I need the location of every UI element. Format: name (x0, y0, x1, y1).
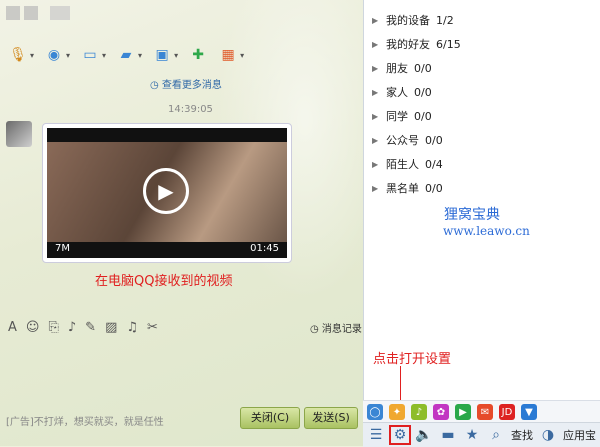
remote-desktop-icon[interactable]: ▣ (152, 45, 172, 65)
message-record-label: 消息记录 (321, 324, 362, 335)
close-button[interactable]: 关闭(C) (240, 407, 300, 429)
watermark-title: 狸窝宝典 (444, 207, 500, 223)
chevron-down-icon[interactable]: ▾ (66, 51, 70, 60)
blurred-avatar (6, 6, 20, 20)
contact-group[interactable]: ▶ 陌生人 0/4 (372, 156, 443, 172)
group-label: 朋友 (386, 62, 408, 75)
scissors-icon[interactable]: ✂ (147, 320, 158, 335)
group-count: 0/0 (425, 181, 443, 195)
game-app-icon[interactable]: ✦ (389, 404, 405, 420)
expand-arrow-icon: ▶ (372, 63, 379, 73)
contact-group[interactable]: ▶ 公众号 0/0 (372, 132, 443, 148)
camera-icon[interactable]: ◉ (44, 45, 64, 65)
star-icon[interactable]: ★ (463, 427, 481, 443)
group-count: 0/4 (425, 157, 443, 171)
chat-toolbar: 🎙 ▾ ◉ ▾ ▭ ▾ ▰ ▾ ▣ ▾ ✚ ▦ ▾ (0, 42, 268, 68)
ad-text[interactable]: [广告]不打烊，想买就买，就是任性 (6, 413, 164, 428)
group-label: 公众号 (386, 134, 419, 147)
send-button[interactable]: 发送(S) (304, 407, 358, 429)
search-icon[interactable]: ⌕ (487, 427, 505, 443)
video-size: 7M (55, 243, 70, 254)
video-message[interactable]: ▶ 7M 01:45 (42, 123, 292, 263)
browser-app-icon[interactable]: ◯ (367, 404, 383, 420)
watermark-url: www.leawo.cn (443, 224, 530, 238)
clock-icon: ◷ (150, 80, 159, 91)
expand-arrow-icon: ▶ (372, 183, 379, 193)
group-label: 黑名单 (386, 182, 419, 195)
app-shortcut-strip: ◯ ✦ ♪ ✿ ▶ ✉ JD ▼ (363, 400, 600, 423)
video-duration: 01:45 (250, 243, 279, 254)
edit-icon[interactable]: ✎ (85, 320, 96, 335)
view-more-messages-link[interactable]: ◷ 查看更多消息 (150, 76, 222, 91)
speaker-icon[interactable]: 🔈 (415, 427, 433, 443)
blurred-name (50, 6, 70, 20)
voice-icon[interactable]: ♪ (68, 320, 76, 335)
play-icon[interactable]: ▶ (143, 168, 189, 214)
expand-arrow-icon: ▶ (372, 159, 379, 169)
menu-icon[interactable]: ☰ (367, 427, 385, 443)
music-app-icon[interactable]: ♪ (411, 404, 427, 420)
group-count: 0/0 (414, 109, 432, 123)
expand-arrow-icon: ▶ (372, 135, 379, 145)
file-transfer-icon[interactable]: ▰ (116, 45, 136, 65)
annotation-label: 点击打开设置 (373, 352, 452, 367)
chevron-down-icon[interactable]: ▾ (30, 51, 34, 60)
chevron-down-icon[interactable]: ▾ (102, 51, 106, 60)
expand-arrow-icon: ▶ (372, 39, 379, 49)
app-store-label[interactable]: 应用宝 (563, 427, 596, 443)
view-more-messages-label: 查看更多消息 (161, 80, 222, 91)
contact-group[interactable]: ▶ 同学 0/0 (372, 108, 432, 124)
group-label: 同学 (386, 110, 408, 123)
group-count: 6/15 (436, 37, 461, 51)
flower-app-icon[interactable]: ✿ (433, 404, 449, 420)
contact-group[interactable]: ▶ 黑名单 0/0 (372, 180, 443, 196)
group-label: 我的设备 (386, 14, 430, 27)
group-label: 家人 (386, 86, 408, 99)
screenshot-icon[interactable]: ⎘ (48, 320, 58, 335)
app-store-icon[interactable]: ◑ (539, 427, 557, 443)
history-icon: ◷ (310, 324, 319, 335)
contact-panel: ▶ 我的设备 1/2 ▶ 我的好友 6/15 ▶ 朋友 0/0 ▶ 家人 0/0 ▶ 同学 0/0 … (363, 0, 600, 400)
video-player[interactable]: ▶ 7M 01:45 (47, 128, 287, 258)
chevron-down-icon[interactable]: ▾ (138, 51, 142, 60)
group-count: 1/2 (436, 13, 454, 27)
screen-share-icon[interactable]: ▭ (80, 45, 100, 65)
avatar[interactable] (6, 121, 32, 147)
group-count: 0/0 (414, 85, 432, 99)
security-app-icon[interactable]: ▼ (521, 404, 537, 420)
bottom-bar: ☰ ⚙ 🔈 ▬ ★ ⌕ 查找 ◑ 应用宝 (363, 422, 600, 447)
contact-group[interactable]: ▶ 我的好友 6/15 (372, 36, 461, 52)
emoji-icon[interactable]: ☺ (26, 320, 40, 335)
expand-arrow-icon: ▶ (372, 111, 379, 121)
group-label: 陌生人 (386, 158, 419, 171)
music-icon[interactable]: ♫ (126, 320, 138, 335)
gear-icon[interactable]: ⚙ (389, 425, 411, 445)
message-timestamp: 14:39:05 (168, 104, 213, 115)
search-label[interactable]: 查找 (511, 427, 533, 443)
contact-group[interactable]: ▶ 朋友 0/0 (372, 60, 432, 76)
video-app-icon[interactable]: ▶ (455, 404, 471, 420)
expand-arrow-icon: ▶ (372, 15, 379, 25)
group-label: 我的好友 (386, 38, 430, 51)
chat-header (0, 0, 365, 40)
microphone-icon[interactable]: 🎙 (8, 45, 28, 65)
mail-app-icon[interactable]: ✉ (477, 404, 493, 420)
group-count: 0/0 (425, 133, 443, 147)
video-caption: 在电脑QQ接收到的视频 (95, 274, 233, 289)
message-add-icon[interactable]: ✚ (188, 45, 208, 65)
expand-arrow-icon: ▶ (372, 87, 379, 97)
contact-group[interactable]: ▶ 我的设备 1/2 (372, 12, 454, 28)
blurred-avatar (24, 6, 38, 20)
jd-app-icon[interactable]: JD (499, 404, 515, 420)
font-icon[interactable]: A (8, 320, 17, 335)
apps-icon[interactable]: ▦ (218, 45, 238, 65)
image-icon[interactable]: ▨ (105, 320, 117, 335)
folder-icon[interactable]: ▬ (439, 427, 457, 443)
message-record-button[interactable]: ◷ 消息记录 (310, 320, 362, 335)
contact-group[interactable]: ▶ 家人 0/0 (372, 84, 432, 100)
chevron-down-icon[interactable]: ▾ (240, 51, 244, 60)
group-count: 0/0 (414, 61, 432, 75)
chevron-down-icon[interactable]: ▾ (174, 51, 178, 60)
